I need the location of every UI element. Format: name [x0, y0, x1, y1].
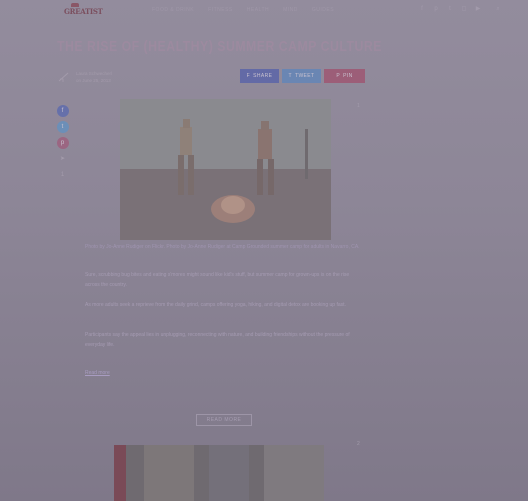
facebook-icon: f	[246, 73, 251, 79]
nav-item-food-drink[interactable]: FOOD & DRINK	[152, 7, 194, 13]
byline: Laura Schwecherl on June 25, 2013	[76, 70, 112, 84]
next-share-count: 2	[357, 441, 360, 447]
page: GREATIST FOOD & DRINK FITNESS HEALTH MIN…	[0, 0, 528, 501]
hero-caption: Photo by Jo-Anne Rudiger on Flickr. Phot…	[85, 244, 360, 250]
article-title: THE RISE OF (HEALTHY) SUMMER CAMP CULTUR…	[57, 38, 382, 55]
logo-text: GREATIST	[64, 7, 103, 16]
side-share-bar: f t p ➤ 1	[56, 105, 69, 181]
share-twitter-button[interactable]: t TWEET	[282, 69, 321, 83]
side-share-count: 1	[60, 172, 65, 178]
share-facebook-label: SHARE	[253, 73, 273, 79]
pinterest-icon[interactable]: p	[432, 5, 440, 13]
youtube-icon[interactable]: ▶	[474, 5, 482, 13]
share-twitter-label: TWEET	[294, 73, 315, 79]
nav-item-guides[interactable]: GUIDES	[312, 7, 334, 13]
nav-menu: FOOD & DRINK FITNESS HEALTH MIND GUIDES	[152, 7, 334, 13]
campfire-photo	[120, 99, 331, 240]
facebook-icon[interactable]: f	[418, 5, 426, 13]
pinterest-icon: p	[336, 73, 341, 79]
top-nav: GREATIST FOOD & DRINK FITNESS HEALTH MIN…	[0, 0, 528, 24]
share-facebook-button[interactable]: f SHARE	[240, 69, 279, 83]
side-twitter-icon[interactable]: t	[56, 121, 69, 133]
instagram-icon[interactable]: ◻	[460, 5, 468, 13]
paragraph-3: Participants say the appeal lies in unpl…	[85, 332, 350, 348]
nav-item-health[interactable]: HEALTH	[247, 7, 269, 13]
byline-author[interactable]: Laura Schwecherl	[76, 70, 112, 77]
nav-item-fitness[interactable]: FITNESS	[208, 7, 233, 13]
social-links: f p t ◻ ▶ ⌕	[418, 5, 502, 13]
side-share-arrow-icon[interactable]: ➤	[60, 153, 65, 165]
read-more-button[interactable]: READ MORE	[196, 414, 252, 426]
share-pinterest-button[interactable]: p PIN	[324, 69, 365, 83]
side-pinterest-icon[interactable]: p	[56, 137, 69, 149]
forest-photo	[114, 445, 324, 501]
hero-image	[120, 99, 331, 240]
site-logo[interactable]: GREATIST	[64, 3, 103, 19]
twitter-icon[interactable]: t	[446, 5, 454, 13]
image-share-count: 1	[357, 103, 360, 109]
nav-item-mind[interactable]: MIND	[283, 7, 298, 13]
read-more-link[interactable]: Read more	[85, 368, 363, 378]
share-buttons: f SHARE t TWEET p PIN	[240, 69, 365, 83]
twitter-icon: t	[288, 73, 292, 79]
search-icon[interactable]: ⌕	[494, 5, 502, 13]
author-avatar	[58, 72, 69, 82]
paragraph-1: Sure, scrubbing bug bites and eating s'm…	[85, 272, 350, 288]
share-pinterest-label: PIN	[343, 73, 353, 79]
next-article-image	[114, 445, 324, 501]
side-facebook-icon[interactable]: f	[56, 105, 69, 117]
byline-date: on June 25, 2013	[76, 78, 111, 83]
paragraph-2: As more adults seek a reprieve from the …	[85, 302, 346, 308]
